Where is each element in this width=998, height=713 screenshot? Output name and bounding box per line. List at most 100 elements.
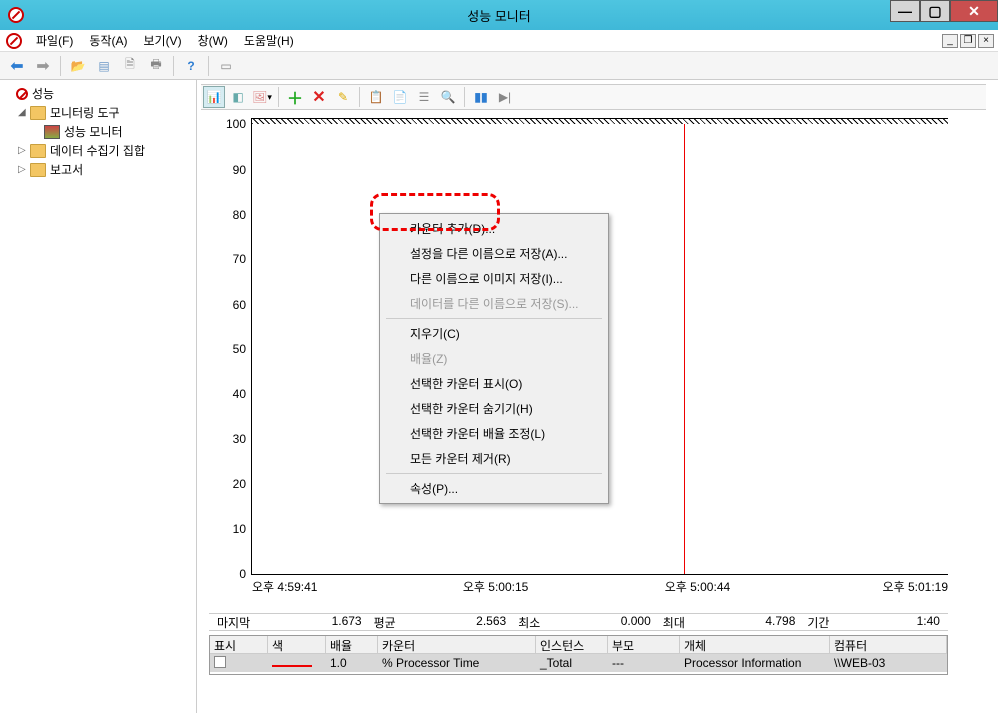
stat-duration-value: 1:40 — [917, 614, 940, 631]
minimize-button[interactable]: — — [890, 0, 920, 22]
grid-header: 표시 색 배율 카운터 인스턴스 부모 개체 컴퓨터 — [210, 636, 947, 654]
view-type-button[interactable]: 🖼▾ — [251, 86, 273, 108]
ctx-save-image-as[interactable]: 다른 이름으로 이미지 저장(I)... — [382, 266, 606, 291]
col-scale[interactable]: 배율 — [326, 636, 378, 653]
add-button[interactable]: ＋ — [284, 86, 306, 108]
ctx-remove-all[interactable]: 모든 카운터 제거(R) — [382, 446, 606, 471]
cell-instance: _Total — [536, 655, 608, 671]
stat-avg-label: 평균 — [374, 614, 396, 631]
view-log-button[interactable]: ◧ — [227, 86, 249, 108]
zoom-button[interactable]: 🔍 — [437, 86, 459, 108]
mdi-restore[interactable]: ❐ — [960, 34, 976, 48]
delete-button[interactable]: ✕ — [308, 86, 330, 108]
tree-perf-monitor[interactable]: 성능 모니터 — [4, 122, 192, 141]
y-tick: 20 — [233, 477, 246, 491]
close-button[interactable]: ✕ — [950, 0, 998, 22]
menubar-app-icon — [6, 33, 22, 49]
update-button[interactable]: ▶| — [494, 86, 516, 108]
stat-last-value: 1.673 — [332, 614, 362, 631]
table-row[interactable]: 1.0 % Processor Time _Total --- Processo… — [210, 654, 947, 672]
expand-icon[interactable]: ▷ — [18, 145, 30, 156]
doc-icon[interactable]: 🗎 — [119, 55, 141, 77]
cell-computer: \\WEB-03 — [830, 655, 947, 671]
y-tick: 0 — [239, 567, 246, 581]
panel-icon[interactable]: ▤ — [93, 55, 115, 77]
properties-button[interactable]: ☰ — [413, 86, 435, 108]
mdi-close[interactable]: × — [978, 34, 994, 48]
perf-icon — [16, 88, 28, 100]
app-icon — [8, 7, 24, 23]
mdi-controls: _ ❐ × — [942, 34, 994, 48]
col-color[interactable]: 색 — [268, 636, 326, 653]
tree-root[interactable]: 성능 — [4, 84, 192, 103]
col-show[interactable]: 표시 — [210, 636, 268, 653]
x-tick: 오후 4:59:41 — [252, 578, 317, 595]
cell-scale: 1.0 — [326, 655, 378, 671]
ctx-save-settings-as[interactable]: 설정을 다른 이름으로 저장(A)... — [382, 241, 606, 266]
y-tick: 30 — [233, 432, 246, 446]
y-tick: 70 — [233, 252, 246, 266]
y-tick: 50 — [233, 342, 246, 356]
folder-icon — [30, 144, 46, 158]
toolbar: ⬅ ➡ 📂 ▤ 🗎 🖶 ? ▭ — [0, 52, 998, 80]
window-controls: — ▢ ✕ — [890, 0, 998, 22]
chart-hatch — [252, 118, 948, 124]
stats-row: 마지막1.673 평균2.563 최소0.000 최대4.798 기간1:40 — [209, 613, 948, 631]
folder-icon — [30, 163, 46, 177]
tree-monitoring-tools[interactable]: ◢ 모니터링 도구 — [4, 103, 192, 122]
menu-window[interactable]: 창(W) — [190, 30, 236, 51]
content-toolbar: 📊 ◧ 🖼▾ ＋ ✕ ✎ 📋 📄 ☰ 🔍 ▮▮ ▶| — [201, 84, 986, 110]
cell-counter: % Processor Time — [378, 655, 536, 671]
y-tick: 10 — [233, 522, 246, 536]
paste-button[interactable]: 📄 — [389, 86, 411, 108]
ctx-add-counter[interactable]: 카운터 추가(D)... — [382, 216, 606, 241]
y-tick: 40 — [233, 387, 246, 401]
view-current-button[interactable]: 📊 — [203, 86, 225, 108]
back-button[interactable]: ⬅ — [6, 55, 28, 77]
expand-icon[interactable]: ▷ — [18, 164, 30, 175]
collapse-icon[interactable]: ◢ — [18, 107, 30, 118]
ctx-show-selected[interactable]: 선택한 카운터 표시(O) — [382, 371, 606, 396]
mdi-minimize[interactable]: _ — [942, 34, 958, 48]
x-tick: 오후 5:00:15 — [463, 578, 528, 595]
menu-help[interactable]: 도움말(H) — [236, 30, 302, 51]
open-icon[interactable]: 📂 — [67, 55, 89, 77]
col-object[interactable]: 개체 — [680, 636, 830, 653]
window-icon[interactable]: ▭ — [215, 55, 237, 77]
main-area: 성능 ◢ 모니터링 도구 성능 모니터 ▷ 데이터 수집기 집합 ▷ 보고서 📊… — [0, 80, 998, 713]
x-tick: 오후 5:01:19 — [883, 578, 948, 595]
ctx-hide-selected[interactable]: 선택한 카운터 숨기기(H) — [382, 396, 606, 421]
monitor-icon — [44, 125, 60, 139]
show-checkbox[interactable] — [214, 656, 226, 668]
menu-file[interactable]: 파일(F) — [28, 30, 81, 51]
print-icon[interactable]: 🖶 — [145, 55, 167, 77]
help-icon[interactable]: ? — [180, 55, 202, 77]
tree-reports[interactable]: ▷ 보고서 — [4, 160, 192, 179]
stat-max-value: 4.798 — [765, 614, 795, 631]
stat-last-label: 마지막 — [217, 614, 250, 631]
stat-avg-value: 2.563 — [476, 614, 506, 631]
maximize-button[interactable]: ▢ — [920, 0, 950, 22]
ctx-adjust-scale[interactable]: 선택한 카운터 배율 조정(L) — [382, 421, 606, 446]
context-menu: 카운터 추가(D)... 설정을 다른 이름으로 저장(A)... 다른 이름으… — [379, 213, 609, 504]
stat-max-label: 최대 — [663, 614, 685, 631]
stat-min-value: 0.000 — [621, 614, 651, 631]
highlight-button[interactable]: ✎ — [332, 86, 354, 108]
tree-data-collector[interactable]: ▷ 데이터 수집기 집합 — [4, 141, 192, 160]
col-parent[interactable]: 부모 — [608, 636, 680, 653]
y-tick: 90 — [233, 163, 246, 177]
ctx-properties[interactable]: 속성(P)... — [382, 476, 606, 501]
menu-view[interactable]: 보기(V) — [135, 30, 189, 51]
tree-panel: 성능 ◢ 모니터링 도구 성능 모니터 ▷ 데이터 수집기 집합 ▷ 보고서 — [0, 80, 197, 713]
col-computer[interactable]: 컴퓨터 — [830, 636, 947, 653]
forward-button[interactable]: ➡ — [32, 55, 54, 77]
col-instance[interactable]: 인스턴스 — [536, 636, 608, 653]
cell-parent: --- — [608, 655, 680, 671]
ctx-clear[interactable]: 지우기(C) — [382, 321, 606, 346]
col-counter[interactable]: 카운터 — [378, 636, 536, 653]
stat-min-label: 최소 — [518, 614, 540, 631]
copy-button[interactable]: 📋 — [365, 86, 387, 108]
freeze-button[interactable]: ▮▮ — [470, 86, 492, 108]
menu-action[interactable]: 동작(A) — [81, 30, 135, 51]
y-tick: 80 — [233, 208, 246, 222]
